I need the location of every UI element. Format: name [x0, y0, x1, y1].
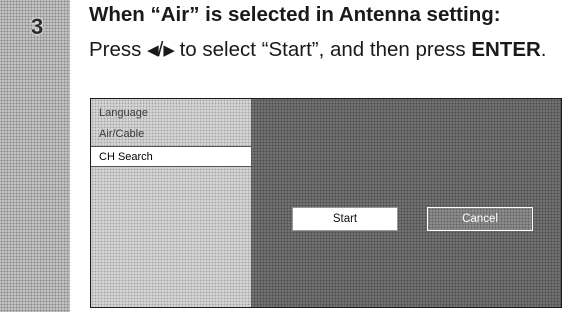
setup-menu: Language Air/Cable CH Search [91, 99, 251, 307]
enter-key-label: ENTER [471, 38, 541, 61]
right-arrow-icon: ▶ [163, 42, 175, 59]
instruction-middle: to select “Start”, and then press [179, 38, 466, 61]
left-arrow-icon: ◀ [147, 42, 159, 59]
menu-item-air-cable[interactable]: Air/Cable [91, 124, 251, 145]
instruction-text: Press ◀/▶ to select “Start”, and then pr… [89, 35, 559, 65]
menu-item-language[interactable]: Language [91, 103, 251, 124]
cancel-button[interactable]: Cancel [427, 207, 533, 231]
instruction-period: . [540, 38, 547, 61]
menu-item-ch-search[interactable]: CH Search [91, 146, 251, 167]
step-sidebar: 3 [0, 0, 70, 312]
instruction-press: Press [89, 38, 142, 61]
step-number: 3 [31, 14, 44, 39]
tv-screen: Language Air/Cable CH Search Start Cance… [90, 98, 562, 308]
start-button[interactable]: Start [292, 207, 398, 231]
step-heading: When “Air” is selected in Antenna settin… [89, 3, 501, 26]
